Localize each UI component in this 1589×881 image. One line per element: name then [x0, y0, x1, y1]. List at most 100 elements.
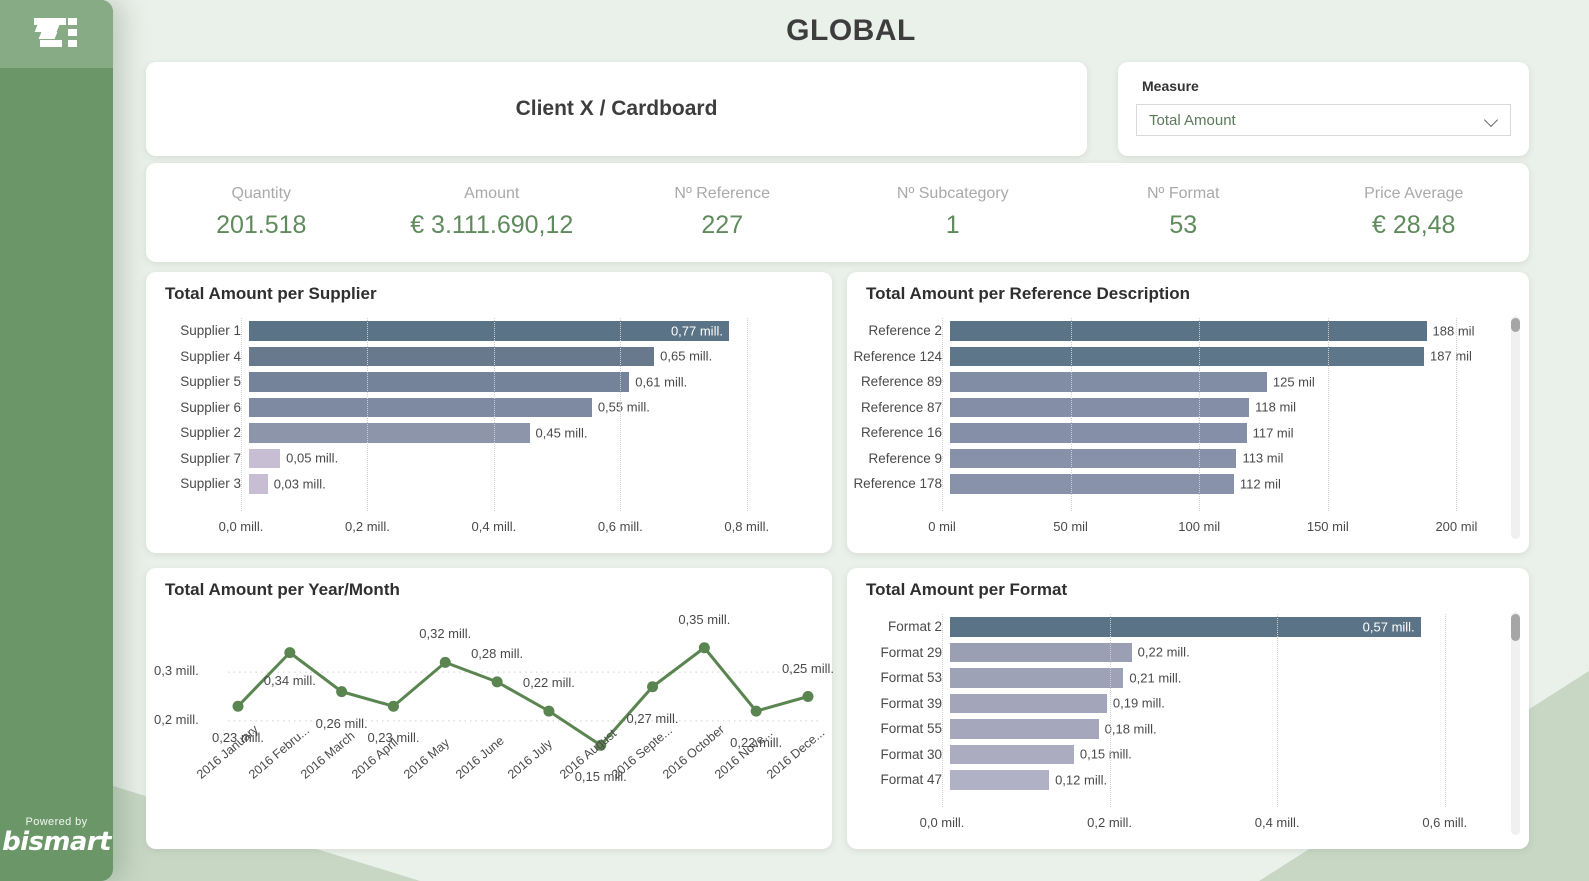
kpi-label: Nº Subcategory — [897, 185, 1009, 203]
x-axis-tick-label: 0 mil — [928, 519, 955, 534]
measure-select[interactable]: Total Amount — [1136, 104, 1511, 136]
gridline — [367, 318, 368, 511]
page-title: GLOBAL — [113, 14, 1589, 48]
x-axis-tick-label: 150 mil — [1307, 519, 1349, 534]
bar-category-label: Supplier 5 — [146, 374, 249, 389]
chart-card-format: Total Amount per Format Format 20,57 mill… — [847, 568, 1529, 849]
gridline — [1456, 318, 1457, 511]
y-axis-tick-label: 0,2 mill. — [154, 712, 199, 727]
chart-title: Total Amount per Format — [866, 580, 1067, 600]
line-point-value-label: 0,27 mill. — [627, 711, 679, 726]
measure-label: Measure — [1142, 78, 1199, 94]
kpi-value: 227 — [701, 211, 743, 240]
bar-category-label: Supplier 4 — [146, 349, 249, 364]
bar-category-label: Supplier 2 — [146, 425, 249, 440]
line-chart-plot[interactable]: 0,2 mill.0,3 mill.0,23 mill.0,34 mill.0,… — [146, 614, 826, 845]
x-axis: 0,0 mill.0,2 mill.0,4 mill.0,6 mill.0,8 … — [241, 513, 810, 539]
chart-vertical-scrollbar[interactable] — [1511, 612, 1520, 835]
line-point-value-label: 0,28 mill. — [471, 646, 523, 661]
bar-category-label: Format 47 — [847, 772, 950, 787]
kpi-label: Amount — [464, 185, 519, 203]
kpi-n-reference: Nº Reference 227 — [607, 163, 838, 262]
x-axis-tick-label: 0,8 mill. — [724, 519, 769, 534]
kpi-value: 1 — [946, 211, 960, 240]
x-axis-tick-label: 0,2 mill. — [345, 519, 390, 534]
bar-category-label: Format 30 — [847, 747, 950, 762]
chart-title: Total Amount per Reference Description — [866, 284, 1190, 304]
scrollbar-thumb[interactable] — [1511, 318, 1520, 331]
line-point-value-label: 0,25 mill. — [782, 661, 834, 676]
gridline — [494, 318, 495, 511]
bar-category-label: Format 2 — [847, 619, 950, 634]
measure-card: Measure Total Amount — [1118, 62, 1529, 156]
x-axis-tick-label: 100 mil — [1178, 519, 1220, 534]
bar-category-label: Reference 124 — [847, 349, 950, 364]
bar-category-label: Reference 2 — [847, 323, 950, 338]
line-point-value-label: 0,32 mill. — [419, 626, 471, 641]
bismart-brand-logo: bismart — [0, 829, 113, 855]
chart-gridlines — [942, 318, 1495, 545]
kpi-label: Nº Reference — [674, 185, 770, 203]
bar-category-label: Supplier 7 — [146, 451, 249, 466]
x-axis-tick-label: 0,4 mill. — [1255, 815, 1300, 830]
chart-card-reference-description: Total Amount per Reference Description Re… — [847, 272, 1529, 553]
kpi-value: 201.518 — [216, 211, 306, 240]
gridline — [1110, 614, 1111, 807]
kpi-row: Quantity 201.518 Amount € 3.111.690,12 Nº Re… — [146, 163, 1529, 262]
chart-vertical-scrollbar[interactable] — [1511, 316, 1520, 539]
bar-category-label: Format 53 — [847, 670, 950, 685]
kpi-value: € 3.111.690,12 — [410, 211, 573, 240]
kpi-value: € 28,48 — [1372, 211, 1455, 240]
chevron-down-icon — [1484, 112, 1500, 128]
chart-card-supplier: Total Amount per Supplier Supplier 10,77 … — [146, 272, 832, 553]
kpi-quantity: Quantity 201.518 — [146, 163, 377, 262]
bar-chart-plot[interactable]: Format 20,57 mill.Format 290,22 mill.For… — [847, 614, 1529, 841]
sidebar-logo-area[interactable] — [0, 0, 113, 68]
x-axis: 0,0 mill.0,2 mill.0,4 mill.0,6 mill. — [942, 809, 1495, 835]
bar-category-label: Format 29 — [847, 645, 950, 660]
x-axis-tick-label: 0,0 mill. — [920, 815, 965, 830]
bar-category-label: Supplier 6 — [146, 400, 249, 415]
gridline — [1071, 318, 1072, 511]
sidebar: Powered by bismart — [0, 0, 113, 881]
client-filter-card: Client X / Cardboard — [146, 62, 1087, 156]
kpi-amount: Amount € 3.111.690,12 — [377, 163, 608, 262]
gridline — [241, 318, 242, 511]
y-axis-tick-label: 0,3 mill. — [154, 663, 199, 678]
line-point-value-label: 0,22 mill. — [523, 675, 575, 690]
kpi-n-format: Nº Format53 — [1068, 163, 1299, 262]
x-axis-tick-label: 0,2 mill. — [1087, 815, 1132, 830]
kpi-label: Quantity — [231, 185, 291, 203]
bar-category-label: Format 39 — [847, 696, 950, 711]
bar-category-label: Reference 9 — [847, 451, 950, 466]
powered-by-label: Powered by — [0, 816, 113, 828]
bar-chart-plot[interactable]: Reference 2188 milReference 124187 milRe… — [847, 318, 1529, 545]
line-point-value-label: 0,34 mill. — [264, 673, 316, 688]
7i-logo-icon — [34, 16, 80, 52]
kpi-price-average: Price Average € 28,48 — [1299, 163, 1530, 262]
kpi-label: Price Average — [1364, 185, 1463, 203]
kpi-value: 53 — [1169, 211, 1197, 240]
bar-category-label: Reference 87 — [847, 400, 950, 415]
gridline — [942, 614, 943, 807]
bar-chart-plot[interactable]: Supplier 10,77 mill.Supplier 40,65 mill.… — [146, 318, 832, 545]
x-axis-tick-label: 200 mil — [1435, 519, 1477, 534]
chart-title: Total Amount per Supplier — [165, 284, 377, 304]
gridline — [1199, 318, 1200, 511]
gridline — [942, 318, 943, 511]
gridline — [1445, 614, 1446, 807]
gridline — [620, 318, 621, 511]
scrollbar-thumb[interactable] — [1511, 614, 1520, 641]
chart-gridlines — [942, 614, 1495, 841]
x-axis-tick-label: 0,0 mill. — [219, 519, 264, 534]
line-point-value-label: 0,26 mill. — [316, 716, 368, 731]
chart-gridlines — [241, 318, 810, 545]
gridline — [1277, 614, 1278, 807]
x-axis-tick-label: 0,6 mill. — [598, 519, 643, 534]
chart-card-year-month: Total Amount per Year/Month0,2 mill.0,3 … — [146, 568, 832, 849]
bar-category-label: Reference 89 — [847, 374, 950, 389]
bar-category-label: Reference 178 — [847, 476, 950, 491]
line-point-value-label: 0,35 mill. — [678, 612, 730, 627]
gridline — [747, 318, 748, 511]
x-axis: 0 mil50 mil100 mil150 mil200 mil — [942, 513, 1495, 539]
